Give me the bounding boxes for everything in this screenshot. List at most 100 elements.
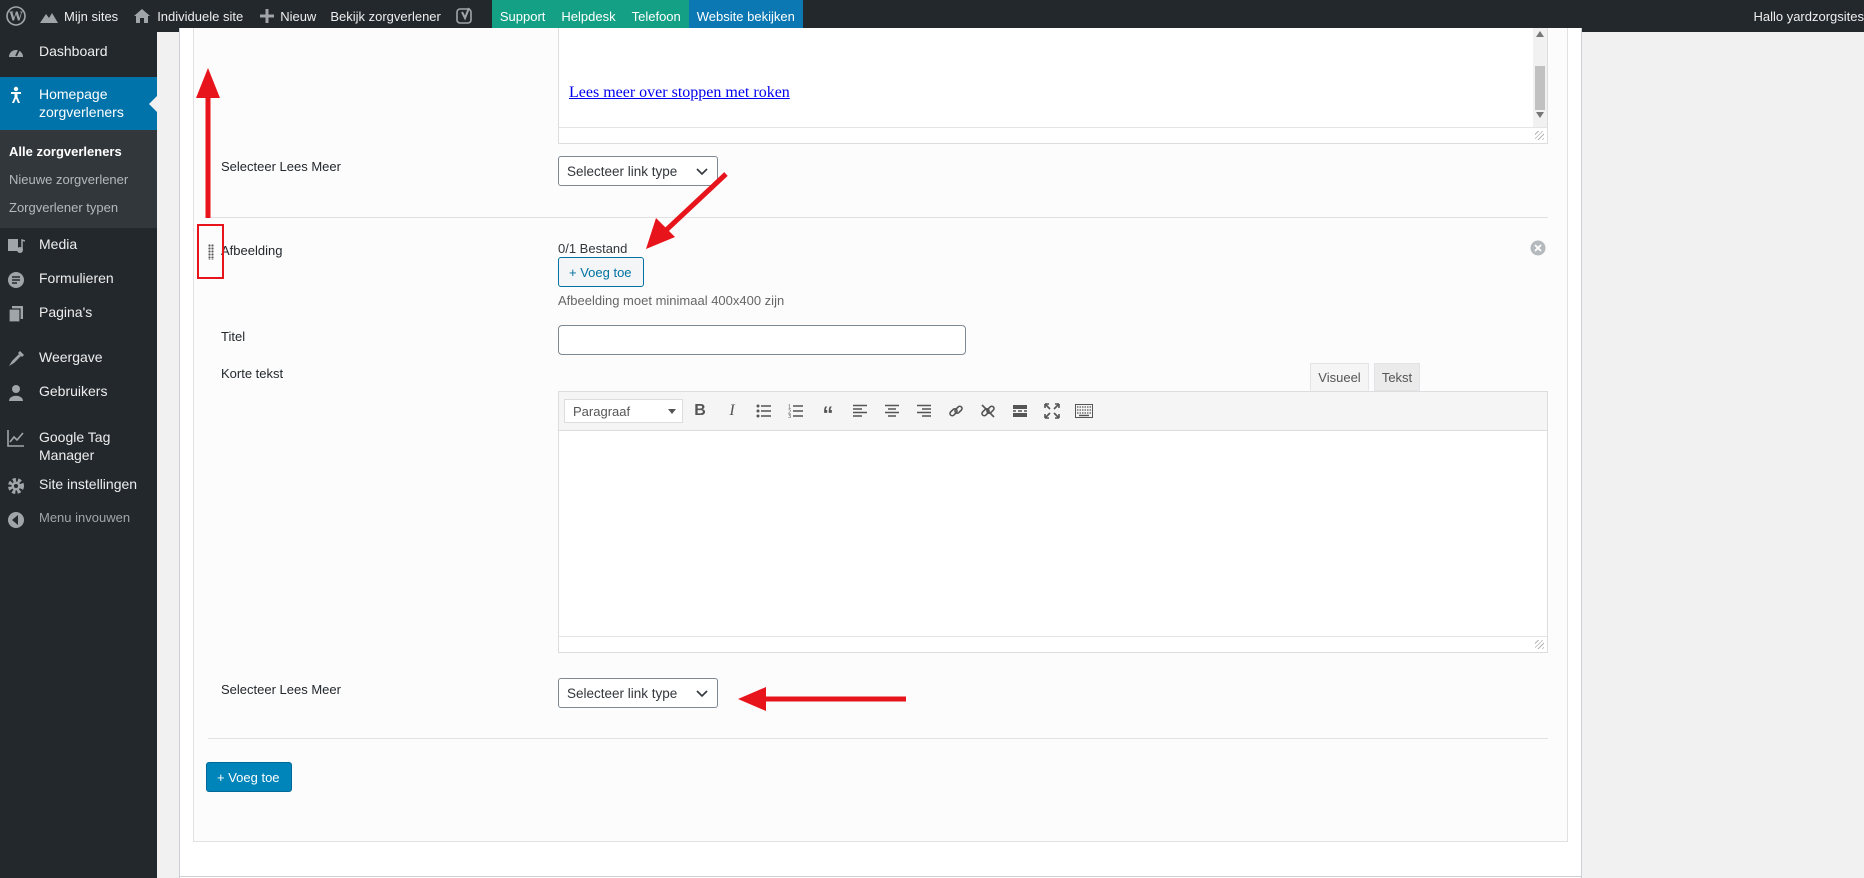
- menu-gtm-label: Google Tag Manager: [39, 429, 111, 463]
- new-label: Nieuw: [280, 8, 317, 24]
- bold-icon: B: [694, 402, 706, 419]
- image-hint: Afbeelding moet minimaal 400x400 zijn: [558, 293, 785, 308]
- blockquote-button[interactable]: “: [816, 399, 840, 426]
- editor-link-lees-meer[interactable]: Lees meer over stoppen met roken: [569, 84, 790, 102]
- submenu-zorgverlener-typen[interactable]: Zorgverlener typen: [0, 193, 157, 221]
- tab-tekst[interactable]: Tekst: [1374, 363, 1420, 391]
- numbered-list-icon: 123: [788, 405, 803, 418]
- fullscreen-icon: [1044, 403, 1060, 419]
- add-image-button[interactable]: + Voeg toe: [558, 257, 644, 287]
- fullscreen-button[interactable]: [1040, 399, 1064, 423]
- menu-media-label: Media: [39, 236, 78, 252]
- menu-paginas[interactable]: Pagina's: [0, 296, 157, 341]
- align-center-button[interactable]: [880, 399, 904, 423]
- admin-sidebar: Dashboard Homepage zorgverleners Alle zo…: [0, 32, 157, 878]
- editor-scrollbar[interactable]: [1533, 28, 1547, 143]
- view-provider-label: Bekijk zorgverlener: [330, 8, 441, 24]
- link-type-select-2-value: Selecteer link type: [567, 685, 678, 701]
- bold-button[interactable]: B: [688, 399, 712, 423]
- editor-statusbar-2: [559, 636, 1547, 652]
- menu-paginas-label: Pagina's: [39, 304, 93, 320]
- unlink-button[interactable]: [976, 399, 1000, 423]
- telefoon-label: Telefoon: [631, 8, 681, 24]
- align-center-icon: [885, 404, 899, 417]
- titel-label: Titel: [221, 329, 246, 344]
- menu-dashboard[interactable]: Dashboard: [0, 43, 157, 77]
- home-icon: [132, 6, 152, 26]
- scroll-thumb[interactable]: [1535, 66, 1545, 110]
- menu-weergave-label: Weergave: [39, 349, 103, 365]
- my-sites-menu[interactable]: Mijn sites: [32, 0, 125, 32]
- bottom-divider: [179, 876, 1582, 877]
- row-divider-2: [208, 738, 1548, 739]
- menu-formulieren-label: Formulieren: [39, 270, 114, 286]
- read-more-icon: [1013, 405, 1027, 417]
- row-divider-1: [208, 217, 1548, 218]
- menu-homepage-zorgverleners[interactable]: Homepage zorgverleners: [0, 77, 157, 130]
- menu-google-tag-manager[interactable]: Google Tag Manager: [0, 420, 157, 472]
- bullet-list-icon: [756, 404, 771, 418]
- caret-down-icon: [668, 409, 676, 418]
- add-row-button[interactable]: + Voeg toe: [206, 762, 292, 792]
- tab-visueel[interactable]: Visueel: [1310, 363, 1369, 391]
- link-button[interactable]: [944, 399, 968, 423]
- menu-media[interactable]: Media: [0, 228, 157, 262]
- italic-icon: I: [729, 402, 735, 419]
- add-row-label: + Voeg toe: [217, 769, 280, 785]
- dashboard-icon: [6, 43, 26, 63]
- format-select[interactable]: Paragraaf: [564, 399, 683, 423]
- media-icon: [6, 236, 26, 256]
- read-more-button[interactable]: [1008, 399, 1032, 423]
- format-select-value: Paragraaf: [573, 403, 631, 419]
- view-website-label: Website bekijken: [696, 8, 795, 24]
- korte-tekst-label: Korte tekst: [221, 366, 284, 381]
- link-type-select-1[interactable]: Selecteer link type: [558, 156, 718, 186]
- menu-site-instellingen-label: Site instellingen: [39, 476, 138, 492]
- align-left-icon: [853, 404, 867, 417]
- add-image-label: + Voeg toe: [569, 264, 632, 280]
- sites-icon: [39, 6, 59, 26]
- content-area: Lees meer over stoppen met roken Selecte…: [157, 28, 1864, 878]
- resize-grip-2[interactable]: [1535, 640, 1544, 649]
- submenu-nieuwe-zorgverlener[interactable]: Nieuwe zorgverlener: [0, 165, 157, 193]
- submenu-zorgverleners: Alle zorgverleners Nieuwe zorgverlener Z…: [0, 130, 157, 228]
- svg-text:3: 3: [788, 414, 791, 418]
- align-left-button[interactable]: [848, 399, 872, 423]
- yoast-icon: [455, 6, 475, 26]
- drag-handle-icon[interactable]: [208, 244, 214, 260]
- chevron-down-icon: [696, 690, 708, 698]
- support-label: Support: [499, 8, 546, 24]
- bullet-list-button[interactable]: [752, 399, 776, 423]
- menu-weergave[interactable]: Weergave: [0, 341, 157, 375]
- repeater-field: Lees meer over stoppen met roken Selecte…: [193, 28, 1568, 842]
- pages-icon: [6, 304, 26, 324]
- align-right-button[interactable]: [912, 399, 936, 423]
- link-type-select-1-value: Selecteer link type: [567, 163, 678, 179]
- korte-tekst-editor[interactable]: [558, 431, 1548, 653]
- remove-row-icon[interactable]: [1530, 240, 1546, 256]
- forms-icon: [6, 270, 26, 290]
- submenu-alle-zorgverleners[interactable]: Alle zorgverleners: [0, 137, 157, 165]
- account-menu[interactable]: Hallo yardzorgsites: [1746, 0, 1864, 32]
- keyboard-icon: [1075, 404, 1093, 418]
- afbeelding-label: Afbeelding: [221, 243, 283, 258]
- wordpress-icon: W: [6, 6, 26, 26]
- menu-site-instellingen[interactable]: Site instellingen: [0, 472, 157, 506]
- plus-icon: [257, 6, 277, 26]
- file-count: 0/1 Bestand: [558, 241, 628, 256]
- menu-dashboard-label: Dashboard: [39, 43, 108, 59]
- resize-grip[interactable]: [1535, 131, 1544, 140]
- wordpress-logo-button[interactable]: W: [0, 0, 32, 32]
- numbered-list-button[interactable]: 123: [784, 399, 808, 423]
- keyboard-toggle-button[interactable]: [1072, 399, 1096, 423]
- italic-button[interactable]: I: [720, 399, 744, 423]
- link-type-select-2[interactable]: Selecteer link type: [558, 678, 718, 708]
- menu-collapse[interactable]: Menu invouwen: [0, 506, 157, 540]
- lees-meer-label-2: Selecteer Lees Meer: [221, 682, 341, 697]
- greeting-label: Hallo yardzorgsites: [1753, 8, 1864, 24]
- menu-formulieren[interactable]: Formulieren: [0, 262, 157, 296]
- titel-input[interactable]: [558, 325, 966, 355]
- menu-gebruikers[interactable]: Gebruikers: [0, 375, 157, 420]
- chart-icon: [6, 428, 26, 448]
- link-icon: [949, 405, 963, 417]
